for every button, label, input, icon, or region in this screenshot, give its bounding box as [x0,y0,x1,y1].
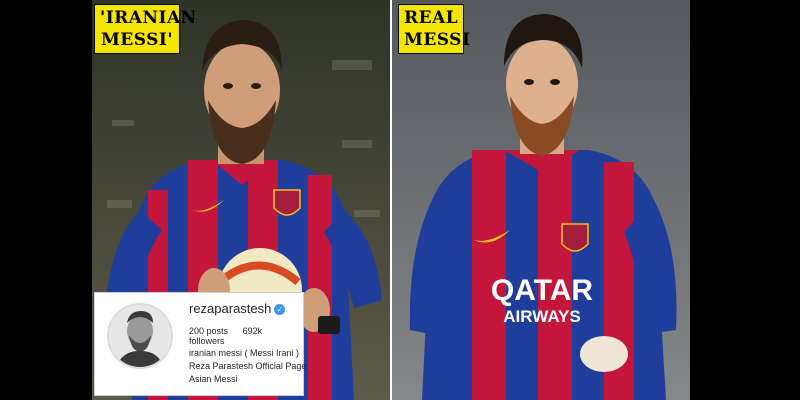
sponsor-text-line2: AIRWAYS [503,307,580,326]
verified-check-icon: ✓ [274,304,286,316]
caption-right-line2: MESSI [404,30,471,50]
profile-stats: 200 posts 692k followers [189,326,303,346]
posts-count: 200 [189,326,205,336]
image-frame: QATAR AIRWAYS 'IRANIAN MESSI' REAL MESSI… [0,0,800,400]
profile-display-name: iranian messi ( Messi Irani ) [189,348,300,358]
right-photo-panel: QATAR AIRWAYS [392,0,690,400]
followers-count: 692k [242,326,263,336]
profile-bio-line-1: Reza Parastesh Official Page [189,361,307,371]
posts-label: posts [206,326,229,336]
username-text: rezaparastesh [189,301,272,316]
avatar [107,303,173,369]
caption-iranian-messi: 'IRANIAN MESSI' [94,4,197,54]
posts-stat: 200 posts [189,326,228,336]
instagram-profile-card: rezaparastesh ✓ 200 posts 692k followers … [94,292,307,396]
caption-right-line1: REAL [404,8,459,28]
followers-label: followers [189,336,225,346]
sponsor-text-line1: QATAR [491,274,594,307]
profile-bio-line-2: Asian Messi [189,374,238,384]
caption-left-line1: 'IRANIAN [100,8,197,28]
profile-username: rezaparastesh ✓ [189,301,286,316]
caption-left-line2: MESSI' [100,30,174,50]
real-player-photo: QATAR AIRWAYS [392,0,690,400]
caption-real-messi: REAL MESSI [398,4,471,54]
avatar-image [109,305,171,367]
